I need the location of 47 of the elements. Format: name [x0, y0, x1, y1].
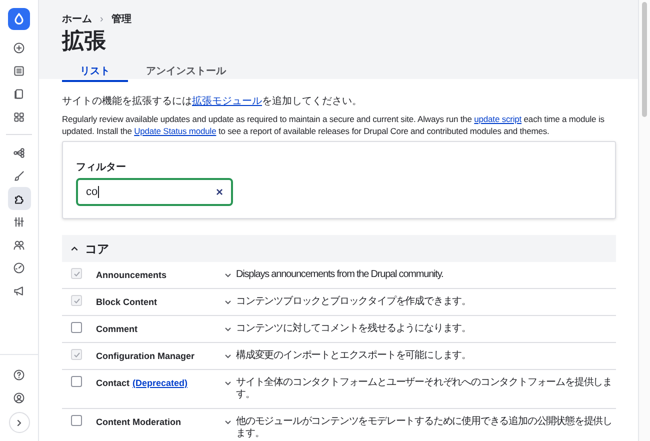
logo-icon[interactable]	[8, 8, 30, 30]
intro-text: サイトの機能を拡張するには拡張モジュールを追加してください。	[62, 95, 363, 109]
filter-field[interactable]: co ×	[76, 178, 233, 206]
expand-icon[interactable]	[224, 418, 232, 426]
check-icon	[72, 270, 80, 278]
breadcrumb-link[interactable]: ホーム	[62, 14, 92, 26]
expand-icon[interactable]	[224, 379, 232, 387]
update-notice: Regularly review available updates and update as required to maintain a secure and current site. Always run the update script each time a module is updated. Install the Update Status module to see a report of available releases for Drupal Core and contributed modules and themes.	[62, 113, 606, 137]
filter-label: フィルター	[76, 162, 126, 174]
filter-value: co	[86, 184, 99, 200]
tab[interactable]: リスト	[62, 62, 128, 82]
breadcrumb-link[interactable]: 管理	[111, 14, 132, 26]
module-description: コンテンツブロックとブロックタイプを作成できます。	[236, 296, 472, 308]
expand-icon[interactable]	[224, 325, 232, 333]
module-description: 他のモジュールがコンテンツをモデレートするために使用できる追加の公開状態を提供します。	[236, 416, 614, 440]
section-toggle[interactable]: コア	[62, 235, 616, 262]
expand-icon[interactable]	[224, 298, 232, 306]
module-name: Configuration Manager	[96, 350, 194, 362]
module-checkbox[interactable]	[71, 376, 82, 387]
puzzle-icon[interactable]	[8, 187, 30, 210]
scrollbar[interactable]	[638, 0, 650, 441]
module-description: 構成変更のインポートとエクスポートを可能にします。	[236, 350, 472, 362]
check-icon	[72, 296, 80, 304]
module-checkbox[interactable]	[71, 322, 82, 333]
deprecated-link[interactable]: (Deprecated)	[132, 377, 188, 389]
module-description: コンテンツに対してコメントを残せるようになります。	[236, 323, 472, 335]
breadcrumb-separator: ›	[100, 14, 104, 26]
module-name: Block Content	[96, 296, 158, 308]
module-name: Content Moderation	[96, 416, 181, 428]
expand-icon[interactable]	[224, 271, 232, 279]
check-icon	[72, 350, 80, 358]
module-checkbox[interactable]	[71, 415, 82, 426]
section-title: コア	[85, 240, 109, 258]
module-name: Comment	[96, 323, 138, 335]
module-name: Announcements	[96, 269, 167, 281]
chevron-icon	[15, 418, 23, 426]
text-link[interactable]: 拡張モジュール	[192, 96, 262, 107]
collapse-icon	[70, 244, 79, 253]
module-description: サイト全体のコンタクトフォームとユーザーそれぞれへのコンタクトフォームを提供します。	[236, 377, 614, 401]
module-description: Displays announcements from the Drupal community.	[236, 269, 444, 281]
text-link[interactable]: Update Status module	[134, 126, 216, 136]
clear-button[interactable]: ×	[216, 186, 223, 198]
expand-icon[interactable]	[224, 352, 232, 360]
page-title: 拡張	[62, 28, 106, 54]
text-link[interactable]: update script	[474, 114, 522, 124]
tab[interactable]: アンインストール	[128, 62, 244, 82]
module-name: Contact	[96, 377, 130, 389]
